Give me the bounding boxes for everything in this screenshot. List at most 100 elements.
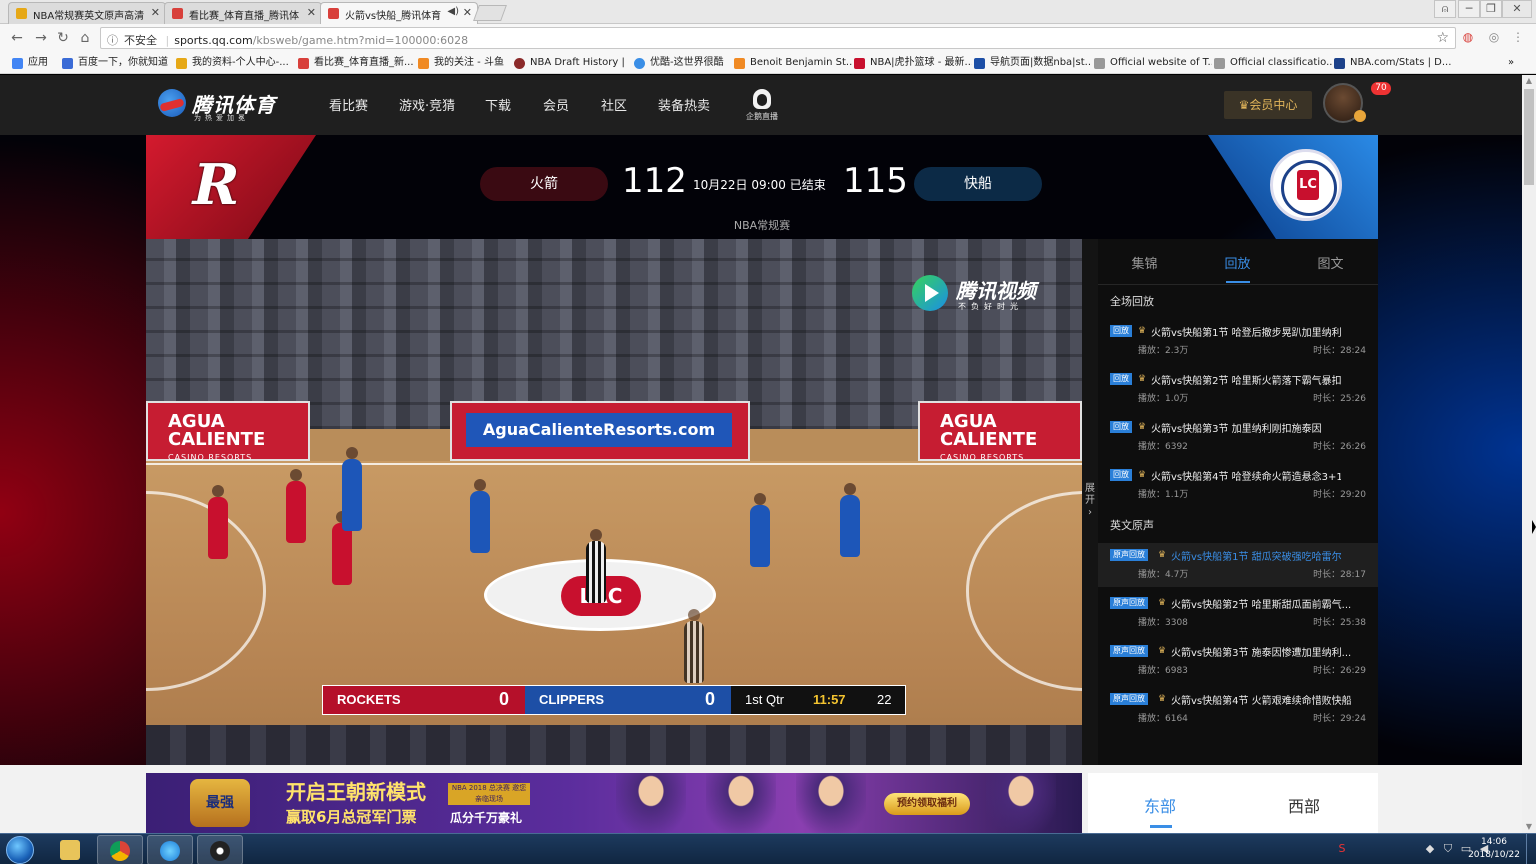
nav-watch-games[interactable]: 看比赛 [329,95,368,114]
page-scrollbar[interactable]: ▲ ▼ [1522,75,1536,833]
back-icon[interactable]: ← [8,29,26,47]
forward-icon[interactable]: → [32,29,50,47]
tab-east[interactable]: 东部 [1144,793,1176,817]
lower-section: 最强NBA 开启王朝新模式 赢取6月总冠军门票 NBA 2018 总决赛 邀您 … [0,765,1522,833]
home-icon[interactable]: ⌂ [76,29,94,47]
extension-icon[interactable]: ◎ [1486,30,1502,46]
tencent-video-play-icon [912,275,948,311]
tab-close-icon[interactable]: ✕ [307,6,316,19]
player-figure [286,469,306,543]
bookmark-item[interactable]: 百度一下，你就知道 [62,56,168,70]
taskbar-obs[interactable] [197,835,243,864]
tab-speaker-icon[interactable]: ◀) [447,6,459,17]
replay-item[interactable]: 回放 ♛ 火箭vs快船第1节 哈登后撤步晃趴加里纳利 播放：2.3万 时长：28… [1098,319,1378,363]
bookmark-item[interactable]: Official website of T... [1094,56,1212,70]
mouse-cursor [1532,520,1536,534]
taskbar-chrome[interactable] [97,835,143,864]
bookmark-apps[interactable]: 应用 [12,56,48,70]
browser-tab-1[interactable]: NBA常规赛英文原声高清 ✕ [8,2,166,24]
vip-crown-icon: ♛ [1158,550,1167,560]
bookmark-item[interactable]: 优酷-这世界很酷 [634,56,724,70]
profile-icon[interactable]: ⍝ [1434,0,1456,18]
menu-icon[interactable]: ⋮ [1510,30,1526,46]
tencent-sports-logo-icon[interactable] [158,89,186,117]
replay-views: 播放：6983 [1138,666,1188,676]
bookmark-item[interactable]: NBA|虎扑篮球 - 最新... [854,56,972,70]
taskbar-explorer[interactable] [48,835,94,864]
extension-icon[interactable]: ◍ [1460,30,1476,46]
browser-tab-3-active[interactable]: 火箭vs快船_腾讯体育 ◀) ✕ [320,2,478,24]
bookmark-item[interactable]: 导航页面|数据nba|st... [974,56,1092,70]
new-tab-button[interactable] [473,5,507,21]
tab-west[interactable]: 西部 [1288,793,1320,817]
bookmark-item[interactable]: Benoit Benjamin St... [734,56,852,70]
taskbar-clock[interactable]: 14:06 2018/10/22 [1466,836,1522,862]
bookmark-item[interactable]: Official classificatio... [1214,56,1332,70]
tab-close-icon[interactable]: ✕ [151,6,160,19]
video-player[interactable]: AGUA CALIENTE CASINO RESORTS AguaCaliente… [146,239,1082,765]
reload-icon[interactable]: ↻ [54,29,72,47]
start-button[interactable] [6,836,34,864]
clippers-logo-icon[interactable]: LC [1270,149,1342,221]
nav-membership[interactable]: 会员 [543,95,569,114]
replay-item-selected[interactable]: 原声回放 ♛ 火箭vs快船第1节 甜瓜突破强吃哈雷尔 播放：4.7万 时长：28… [1098,543,1378,587]
replay-item[interactable]: 回放 ♛ 火箭vs快船第4节 哈登续命火箭造悬念3+1 播放：1.1万 时长：2… [1098,463,1378,507]
penguin-live-link[interactable]: 企鹅直播 [744,89,780,122]
tab-highlights[interactable]: 集锦 [1098,253,1191,272]
replay-views: 播放：1.1万 [1138,490,1189,500]
restore-icon[interactable]: ❐ [1480,0,1502,18]
tab-text-live[interactable]: 图文 [1284,253,1377,272]
nav-games-betting[interactable]: 游戏·竞猜 [399,95,455,114]
promo-cta-button[interactable]: 预约领取福利 [884,793,970,815]
scrollbar-thumb[interactable] [1524,89,1534,185]
tab-favicon-icon [172,8,183,19]
replay-duration: 时长：28:17 [1313,570,1366,580]
replay-views: 播放：4.7万 [1138,570,1189,580]
nav-download[interactable]: 下载 [485,95,511,114]
home-team-name[interactable]: 火箭 [480,167,608,201]
bookmark-item[interactable]: 我的资料-个人中心-... [176,56,289,70]
scroll-up-icon[interactable]: ▲ [1522,75,1536,87]
nav-gear-shop[interactable]: 装备热卖 [658,95,710,114]
replay-item[interactable]: 回放 ♛ 火箭vs快船第3节 加里纳利刚扣施泰因 播放：6392 时长：26:2… [1098,415,1378,459]
bookmark-item[interactable]: NBA Draft History | [514,56,625,70]
bookmark-item[interactable]: 看比赛_体育直播_新... [298,56,414,70]
away-team-name[interactable]: 快船 [914,167,1042,201]
bookmark-item[interactable]: 我的关注 - 斗鱼 [418,56,504,70]
expand-playlist-toggle[interactable]: 展开 › [1082,239,1098,765]
minimize-icon[interactable]: ─ [1458,0,1480,18]
address-bar[interactable]: ⓘ 不安全 | sports.qq.com/kbsweb/game.htm?mid=… [100,27,1456,49]
tray-app-icon[interactable]: S [1336,843,1348,855]
site-favicon-icon [298,58,309,69]
replay-duration: 时长：25:38 [1313,618,1366,628]
replay-title: 火箭vs快船第2节 哈里斯甜瓜面前霸气... [1171,600,1351,611]
tray-network-icon[interactable]: ◆ [1424,843,1436,855]
tab-replay[interactable]: 回放 [1191,253,1284,272]
window-close-icon[interactable]: ✕ [1502,0,1532,18]
replay-item[interactable]: 回放 ♛ 火箭vs快船第2节 哈里斯火箭落下霸气暴扣 播放：1.0万 时长：25… [1098,367,1378,411]
member-center-button[interactable]: ♛会员中心 [1224,91,1312,119]
tab-close-icon[interactable]: ✕ [463,6,472,19]
player-figure [840,483,860,557]
replay-views: 播放：3308 [1138,618,1188,628]
promo-subline: 瓜分千万豪礼 [450,811,523,825]
replay-item[interactable]: 原声回放 ♛ 火箭vs快船第4节 火箭艰难续命惜败快船 播放：6164 时长：2… [1098,687,1378,731]
show-desktop-button[interactable] [1526,834,1536,864]
bookmark-star-icon[interactable]: ☆ [1436,30,1449,46]
replay-item[interactable]: 原声回放 ♛ 火箭vs快船第2节 哈里斯甜瓜面前霸气... 播放：3308 时长… [1098,591,1378,635]
scroll-down-icon[interactable]: ▼ [1522,821,1536,833]
taskbar-browser[interactable] [147,835,193,864]
court-ad-url: AguaCalienteResorts.com [466,413,732,447]
tray-security-icon[interactable]: ⛉ [1442,843,1454,855]
site-favicon-icon [418,58,429,69]
replay-item[interactable]: 原声回放 ♛ 火箭vs快船第3节 施泰因惨遭加里纳利... 播放：6983 时长… [1098,639,1378,683]
nav-community[interactable]: 社区 [601,95,627,114]
bookmarks-overflow-icon[interactable]: » [1508,56,1514,70]
info-icon[interactable]: ⓘ [107,34,118,47]
site-logo-slogan: 为热爱加冕 [194,114,249,122]
globe-icon [160,841,180,861]
notification-count-badge[interactable]: 70 [1371,82,1391,95]
promo-banner[interactable]: 最强NBA 开启王朝新模式 赢取6月总冠军门票 NBA 2018 总决赛 邀您 … [146,773,1082,833]
bookmark-item[interactable]: NBA.com/Stats | D... [1334,56,1451,70]
browser-tab-2[interactable]: 看比赛_体育直播_腾讯体 ✕ [164,2,322,24]
